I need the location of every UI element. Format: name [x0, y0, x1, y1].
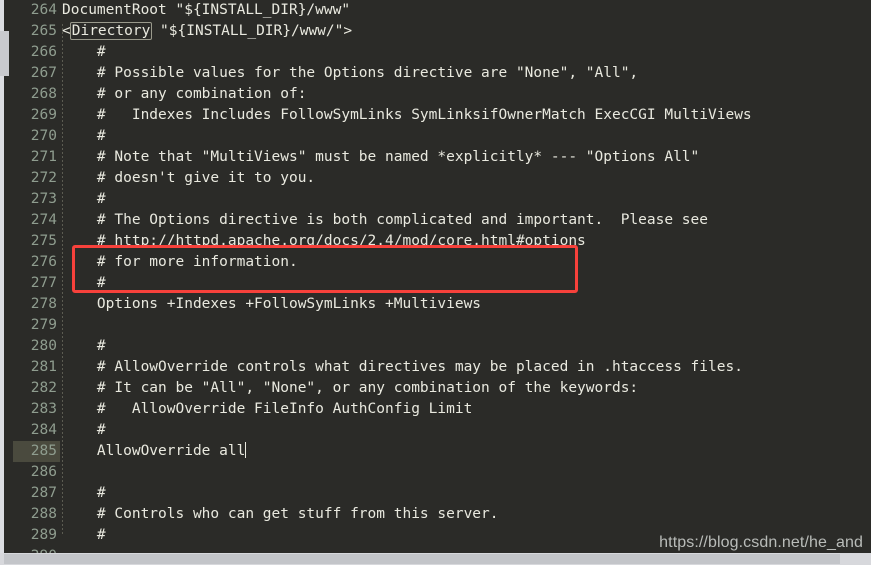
line-number: 272	[30, 170, 57, 186]
line-content[interactable]: AllowOverride all	[62, 441, 247, 462]
line-content[interactable]: Options +Indexes +FollowSymLinks +Multiv…	[62, 294, 481, 315]
code-area[interactable]: 264 DocumentRoot "${INSTALL_DIR}/www" 26…	[0, 0, 871, 564]
line-number: 265	[30, 23, 57, 39]
line-content[interactable]: #	[62, 525, 106, 546]
text-caret	[245, 442, 247, 458]
line-content[interactable]: # for more information.	[62, 252, 298, 273]
line-number: 288	[30, 506, 57, 522]
code-line[interactable]: 281 # AllowOverride controls what direct…	[0, 357, 871, 378]
code-line[interactable]: 286	[0, 462, 871, 483]
line-number: 282	[30, 380, 57, 396]
line-content[interactable]: # AllowOverride controls what directives…	[62, 357, 743, 378]
line-content[interactable]: #	[62, 42, 106, 63]
code-line[interactable]: 265 <Directory "${INSTALL_DIR}/www/">	[0, 21, 871, 42]
line-number: 287	[30, 485, 57, 501]
line-content[interactable]: # Possible values for the Options direct…	[62, 63, 638, 84]
line-content[interactable]: #	[62, 126, 106, 147]
line-number: 289	[30, 527, 57, 543]
code-line[interactable]: 277 #	[0, 273, 871, 294]
line-number: 273	[30, 191, 57, 207]
line-content[interactable]: # Indexes Includes FollowSymLinks SymLin…	[62, 105, 752, 126]
code-line[interactable]: 275 # http://httpd.apache.org/docs/2.4/m…	[0, 231, 871, 252]
tag-attributes: "${INSTALL_DIR}/www/">	[151, 23, 353, 39]
line-content[interactable]: # doesn't give it to you.	[62, 168, 315, 189]
line-content[interactable]: #	[62, 420, 106, 441]
line-content[interactable]: # Controls who can get stuff from this s…	[62, 504, 499, 525]
line-content[interactable]: #	[62, 483, 106, 504]
line-number: 286	[30, 464, 57, 480]
line-content[interactable]: #	[62, 273, 106, 294]
code-line[interactable]: 276 # for more information.	[0, 252, 871, 273]
matched-tag-name: Directory	[69, 22, 153, 40]
code-line[interactable]: 278 Options +Indexes +FollowSymLinks +Mu…	[0, 294, 871, 315]
code-line[interactable]: 271 # Note that "MultiViews" must be nam…	[0, 147, 871, 168]
code-line[interactable]: 273 #	[0, 189, 871, 210]
line-content[interactable]: DocumentRoot "${INSTALL_DIR}/www"	[62, 0, 350, 21]
code-line[interactable]: 268 # or any combination of:	[0, 84, 871, 105]
line-number: 278	[30, 296, 57, 312]
line-number: 277	[30, 275, 57, 291]
line-number: 270	[30, 128, 57, 144]
code-line[interactable]: 288 # Controls who can get stuff from th…	[0, 504, 871, 525]
line-number: 281	[30, 359, 57, 375]
line-number: 280	[30, 338, 57, 354]
code-line[interactable]: 287 #	[0, 483, 871, 504]
line-number: 268	[30, 86, 57, 102]
horizontal-scrollbar-thumb[interactable]	[4, 554, 840, 564]
code-line[interactable]: 280 #	[0, 336, 871, 357]
code-line[interactable]: 274 # The Options directive is both comp…	[0, 210, 871, 231]
code-line[interactable]: 282 # It can be "All", "None", or any co…	[0, 378, 871, 399]
line-number: 276	[30, 254, 57, 270]
watermark-url: https://blog.csdn.net/he_and	[659, 534, 863, 551]
line-number: 279	[30, 317, 57, 333]
code-line-current[interactable]: 285 AllowOverride all	[0, 441, 871, 462]
vertical-scrollbar-track[interactable]	[0, 0, 4, 565]
line-number: 275	[30, 233, 57, 249]
line-content[interactable]: # AllowOverride FileInfo AuthConfig Limi…	[62, 399, 472, 420]
line-content[interactable]: #	[62, 189, 106, 210]
directive-text: AllowOverride all	[96, 443, 246, 459]
line-number: 283	[30, 401, 57, 417]
code-line[interactable]: 270 #	[0, 126, 871, 147]
line-content[interactable]: # It can be "All", "None", or any combin…	[62, 378, 638, 399]
line-number: 271	[30, 149, 57, 165]
code-line[interactable]: 279	[0, 315, 871, 336]
code-line[interactable]: 269 # Indexes Includes FollowSymLinks Sy…	[0, 105, 871, 126]
code-line[interactable]: 266 #	[0, 42, 871, 63]
line-number: 274	[30, 212, 57, 228]
code-line[interactable]: 283 # AllowOverride FileInfo AuthConfig …	[0, 399, 871, 420]
line-number: 284	[30, 422, 57, 438]
line-number: 264	[30, 2, 57, 18]
code-line[interactable]: 264 DocumentRoot "${INSTALL_DIR}/www"	[0, 0, 871, 21]
code-line[interactable]: 284 #	[0, 420, 871, 441]
line-number: 266	[30, 44, 57, 60]
line-number: 269	[30, 107, 57, 123]
line-number: 267	[30, 65, 57, 81]
code-editor-window: 264 DocumentRoot "${INSTALL_DIR}/www" 26…	[0, 0, 871, 565]
code-line[interactable]: 267 # Possible values for the Options di…	[0, 63, 871, 84]
vertical-scrollbar-thumb[interactable]	[0, 31, 9, 76]
line-content[interactable]: # Note that "MultiViews" must be named *…	[62, 147, 699, 168]
line-content[interactable]: # or any combination of:	[62, 84, 307, 105]
line-content[interactable]: # The Options directive is both complica…	[62, 210, 708, 231]
line-content[interactable]: <Directory "${INSTALL_DIR}/www/">	[62, 21, 352, 42]
line-number: 285	[13, 441, 60, 462]
line-content[interactable]: # http://httpd.apache.org/docs/2.4/mod/c…	[62, 231, 586, 252]
code-line[interactable]: 272 # doesn't give it to you.	[0, 168, 871, 189]
line-content[interactable]: #	[62, 336, 106, 357]
